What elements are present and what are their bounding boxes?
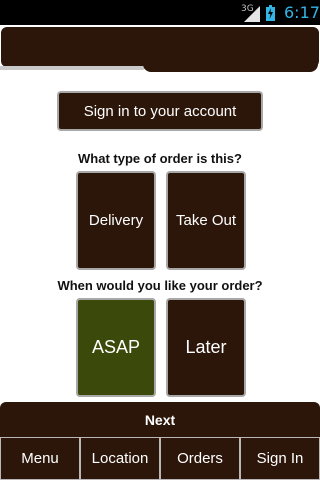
asap-button[interactable]: ASAP [76,298,156,397]
order-type-question: What type of order is this? [78,151,242,166]
battery-charging-icon [266,5,275,21]
signal-icon [244,6,260,22]
sign-in-account-button[interactable]: Sign in to your account [57,91,263,131]
later-button[interactable]: Later [166,298,246,397]
nav-menu[interactable]: Menu [0,437,80,480]
nav-orders[interactable]: Orders [160,437,240,480]
nav-sign-in[interactable]: Sign In [240,437,320,480]
status-bar: 3G 6:17 [0,0,320,25]
next-button[interactable]: Next [0,402,320,438]
clock: 6:17 [284,3,320,22]
delivery-button[interactable]: Delivery [76,171,156,270]
take-out-button[interactable]: Take Out [166,171,246,270]
bottom-nav: Menu Location Orders Sign In [0,437,320,480]
header-tab [143,60,318,72]
nav-location[interactable]: Location [80,437,160,480]
order-timing-question: When would you like your order? [57,278,263,293]
